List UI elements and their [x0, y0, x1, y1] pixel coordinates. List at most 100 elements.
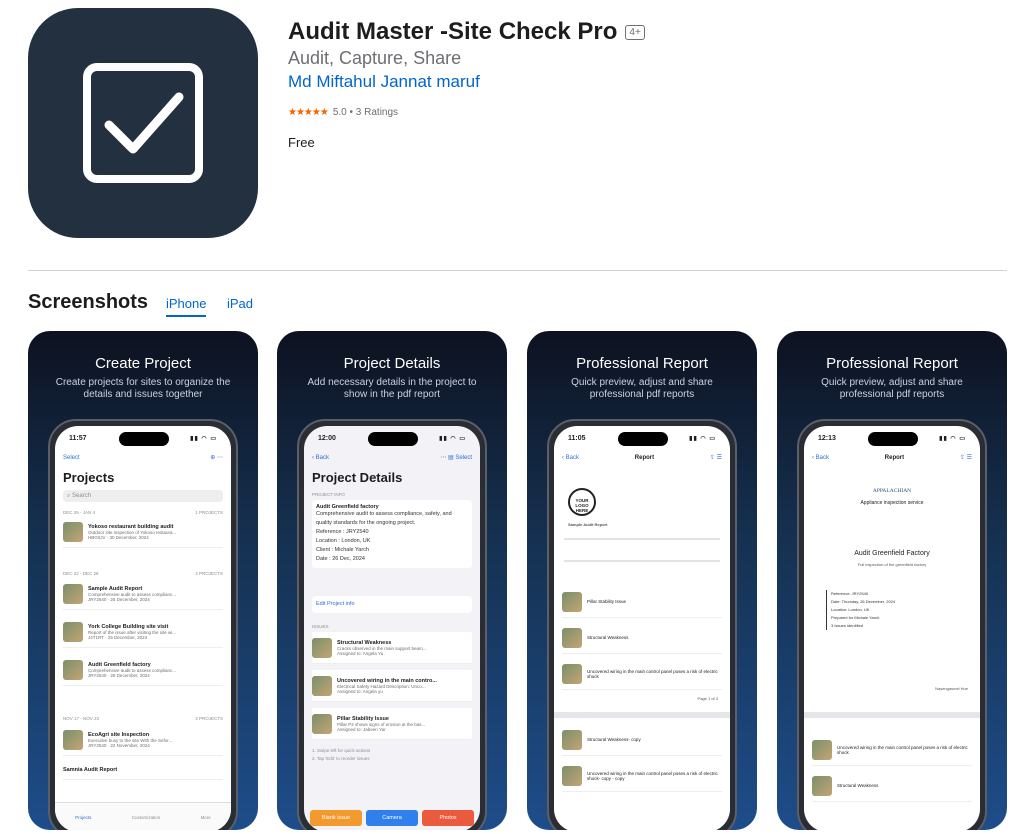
row-meta: JRY2540 · 26 December, 2024	[88, 672, 150, 678]
report-issue: Uncovered wiring in the main control pan…	[812, 734, 972, 766]
edit-project-info-link[interactable]: Edit Project info	[312, 596, 472, 613]
issue-title: Structural Weakness	[587, 635, 629, 640]
group-count: 3 PROJECTS	[195, 716, 223, 721]
tip-text: 1. Swipe left for quick actions	[312, 748, 371, 753]
tab-ipad[interactable]: iPad	[227, 296, 253, 311]
field-value: Michale Yarch	[334, 547, 369, 553]
group-count: 3 PROJECTS	[195, 571, 223, 576]
signer-name: Nayengasmel Hue	[935, 686, 968, 691]
screenshots-heading: Screenshots	[28, 291, 149, 313]
status-time: 12:13	[818, 435, 836, 442]
field-value: 26 Dec, 2024	[332, 556, 365, 562]
screenshot-title: Professional Report	[826, 355, 958, 372]
add-more-icons[interactable]: ⊕ ⋯	[210, 454, 223, 461]
screenshot-project-details[interactable]: Project Details Add necessary details in…	[277, 331, 507, 830]
search-placeholder: Search	[72, 493, 92, 499]
list-item[interactable]: York College Building site visit Report o…	[63, 616, 223, 648]
signal-wifi-battery-icon: ▮▮ ◠ ▭	[439, 436, 466, 442]
back-label: Back	[815, 454, 830, 461]
nav-title: Report	[634, 454, 655, 461]
project-info-card: Audit Greenfield factory Comprehensive a…	[312, 500, 472, 568]
project-description: Comprehensive audit to assess compliance…	[316, 511, 452, 526]
back-button[interactable]: ‹ Back	[812, 455, 829, 461]
back-button[interactable]: ‹ Back	[562, 455, 579, 461]
report-issue: Uncovered wiring in the main control pan…	[562, 760, 722, 792]
status-bar: 12:00 ▮▮ ◠ ▭	[318, 435, 466, 442]
text-line	[564, 538, 720, 540]
list-item[interactable]: Samnia Audit Report	[63, 760, 223, 780]
project-thumbnail	[63, 659, 83, 680]
select-button[interactable]: Select	[63, 455, 80, 461]
back-label: Back	[565, 454, 580, 461]
row-title: Samnia Audit Report	[63, 766, 118, 773]
field-label: Date	[316, 556, 328, 562]
company-logo: APPALACHIAN	[872, 488, 912, 494]
info-line: Location: London, UK	[831, 607, 870, 612]
issue-title: Pillar Stability Issue	[587, 599, 627, 604]
screenshot-report-preview[interactable]: Professional Report Quick preview, adjus…	[527, 331, 757, 830]
search-input[interactable]: ⌕ Search	[63, 490, 223, 502]
camera-button[interactable]: Camera	[366, 810, 418, 826]
price: Free	[288, 135, 315, 150]
issue-row[interactable]: Structural Weakness Cracks observed in th…	[312, 632, 472, 664]
issue-thumbnail	[312, 675, 332, 696]
blank-issue-button[interactable]: Blank issue	[310, 810, 362, 826]
issue-title: Structural Weakness	[837, 783, 879, 788]
screen-title: Project Details	[312, 470, 403, 485]
group-range: DEC 22 - DEC 28	[63, 571, 99, 576]
status-time: 11:57	[69, 435, 87, 442]
row-meta: JRY2540 · 26 December, 2024	[88, 596, 150, 602]
back-label: Back	[315, 454, 330, 461]
share-settings-icons[interactable]: ⇪ ☰	[960, 454, 972, 461]
screenshot-caption: Create projects for sites to organize th…	[55, 377, 231, 400]
select-button[interactable]: Select	[455, 455, 472, 461]
issue-row[interactable]: Uncovered wiring in the main contro... El…	[312, 670, 472, 702]
app-icon	[28, 8, 258, 238]
more-icon[interactable]: ⋯	[440, 455, 446, 461]
report-issue: Structural Weakness	[562, 622, 722, 654]
row-meta: HBG0JV · 30 December, 2024	[88, 534, 149, 540]
issue-row[interactable]: Pillar Stability Issue Pillar P4 shows si…	[312, 708, 472, 740]
row-meta: JRY2540 · 22 November, 2024	[88, 742, 150, 748]
field-date: Date : 26 Dec, 2024	[316, 556, 365, 562]
field-value: London, UK	[341, 538, 371, 544]
screenshot-title: Professional Report	[576, 355, 708, 372]
photos-button[interactable]: Photos	[422, 810, 474, 826]
list-item[interactable]: EcoAgri site Inspection Executive busy to…	[63, 724, 223, 756]
report-issue: Structural Weakness	[812, 770, 972, 802]
issue-thumbnail	[812, 739, 832, 760]
doc-title: Sample Audit Report	[568, 522, 608, 527]
action-bar: Blank issue Camera Photos	[310, 810, 474, 826]
tab-iphone[interactable]: iPhone	[166, 296, 207, 317]
report-issue: Uncovered wiring in the main control pan…	[562, 658, 722, 690]
screenshot-title: Project Details	[343, 355, 441, 372]
tab-customization[interactable]: Customization	[132, 815, 161, 820]
back-button[interactable]: ‹ Back	[312, 455, 329, 461]
info-line: Date: Thursday, 26 December, 2024	[831, 599, 896, 604]
field-value: JRY2540	[345, 529, 369, 535]
group-header: NOV 17 - NOV 23 3 PROJECTS	[63, 716, 223, 721]
project-thumbnail	[63, 521, 83, 542]
phone-screen: 11:57 ▮▮ ◠ ▭ Select ⊕ ⋯ Projects ⌕ Searc…	[55, 426, 231, 830]
document-icon[interactable]: ▤	[448, 455, 454, 461]
issue-thumbnail	[562, 627, 582, 648]
screenshot-report-cover[interactable]: Professional Report Quick preview, adjus…	[777, 331, 1007, 830]
status-bar: 11:05 ▮▮ ◠ ▭	[568, 435, 716, 442]
list-item[interactable]: Yokoso restaurant building audit Outdoor …	[63, 516, 223, 548]
report-issue: Pillar Stability Issue	[562, 586, 722, 618]
tab-projects[interactable]: Projects	[75, 815, 91, 820]
status-time: 12:00	[318, 435, 336, 442]
tab-more[interactable]: More	[201, 815, 211, 820]
screenshot-create-project[interactable]: Create Project Create projects for sites…	[28, 331, 258, 830]
section-header: ISSUES	[312, 624, 329, 629]
issue-thumbnail	[562, 765, 582, 786]
list-item[interactable]: Audit Greenfield factory Comprehensive au…	[63, 654, 223, 686]
rating: ★★★★★ 5.0 • 3 Ratings	[288, 107, 398, 118]
share-settings-icons[interactable]: ⇪ ☰	[710, 454, 722, 461]
issue-thumbnail	[812, 775, 832, 796]
group-header: DEC 22 - DEC 28 3 PROJECTS	[63, 571, 223, 576]
developer-link[interactable]: Md Miftahul Jannat maruf	[288, 72, 480, 92]
list-item[interactable]: Sample Audit Report Comprehensive audit t…	[63, 578, 223, 610]
status-bar: 12:13 ▮▮ ◠ ▭	[818, 435, 966, 442]
group-range: NOV 17 - NOV 23	[63, 716, 100, 721]
